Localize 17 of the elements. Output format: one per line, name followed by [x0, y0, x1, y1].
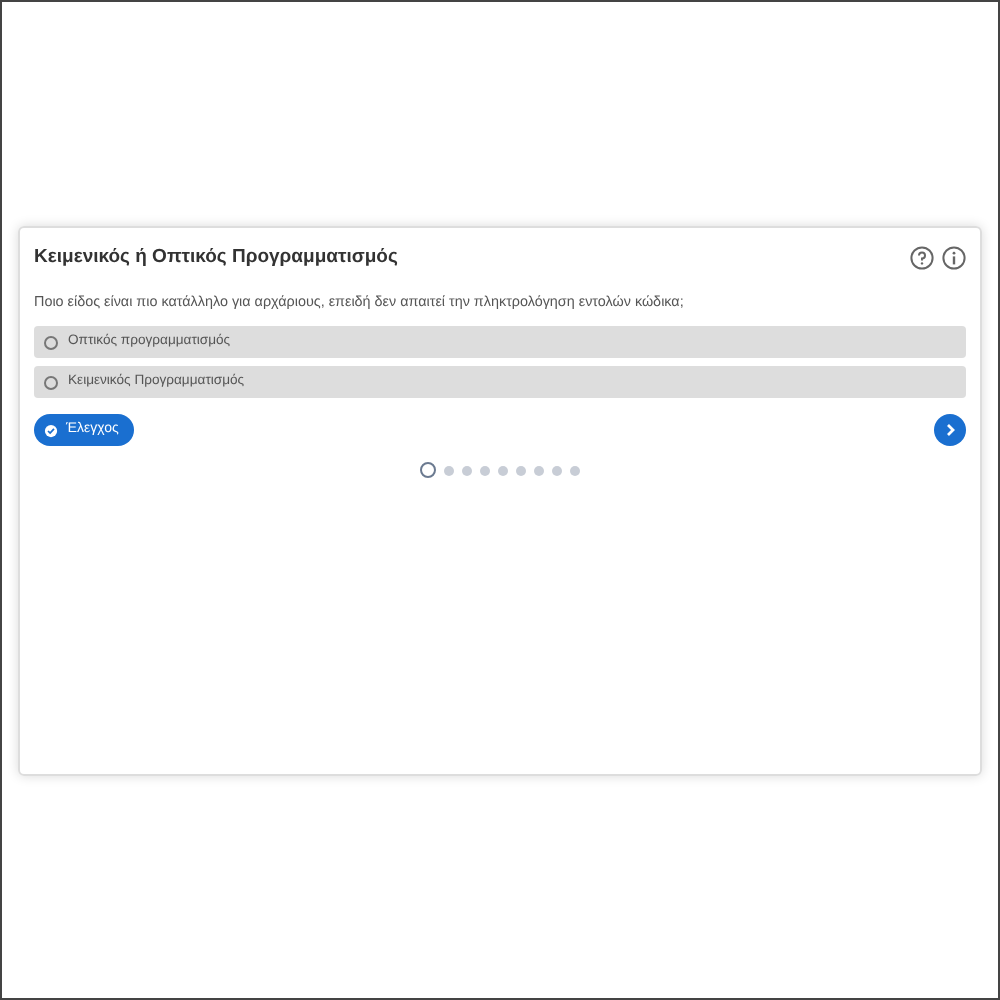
page-dot[interactable]: [462, 465, 472, 476]
help-icon[interactable]: [910, 246, 934, 271]
page-dot[interactable]: [534, 465, 544, 476]
page-dot[interactable]: [552, 465, 562, 476]
page-dot[interactable]: [498, 465, 508, 476]
checkmark-icon: [44, 423, 58, 438]
page-dot[interactable]: [516, 465, 526, 476]
page-dot[interactable]: [480, 465, 490, 476]
page-dot[interactable]: [570, 465, 580, 476]
next-button[interactable]: [934, 414, 966, 447]
page-dot[interactable]: [444, 465, 454, 476]
radio-button[interactable]: [44, 335, 58, 350]
page-dot[interactable]: [420, 462, 436, 479]
quiz-title: Κειμενικός ή Οπτικός Προγραμματισμός: [34, 244, 398, 272]
info-icon[interactable]: [942, 246, 966, 271]
radio-button[interactable]: [44, 375, 58, 390]
chevron-right-icon: [942, 422, 958, 439]
